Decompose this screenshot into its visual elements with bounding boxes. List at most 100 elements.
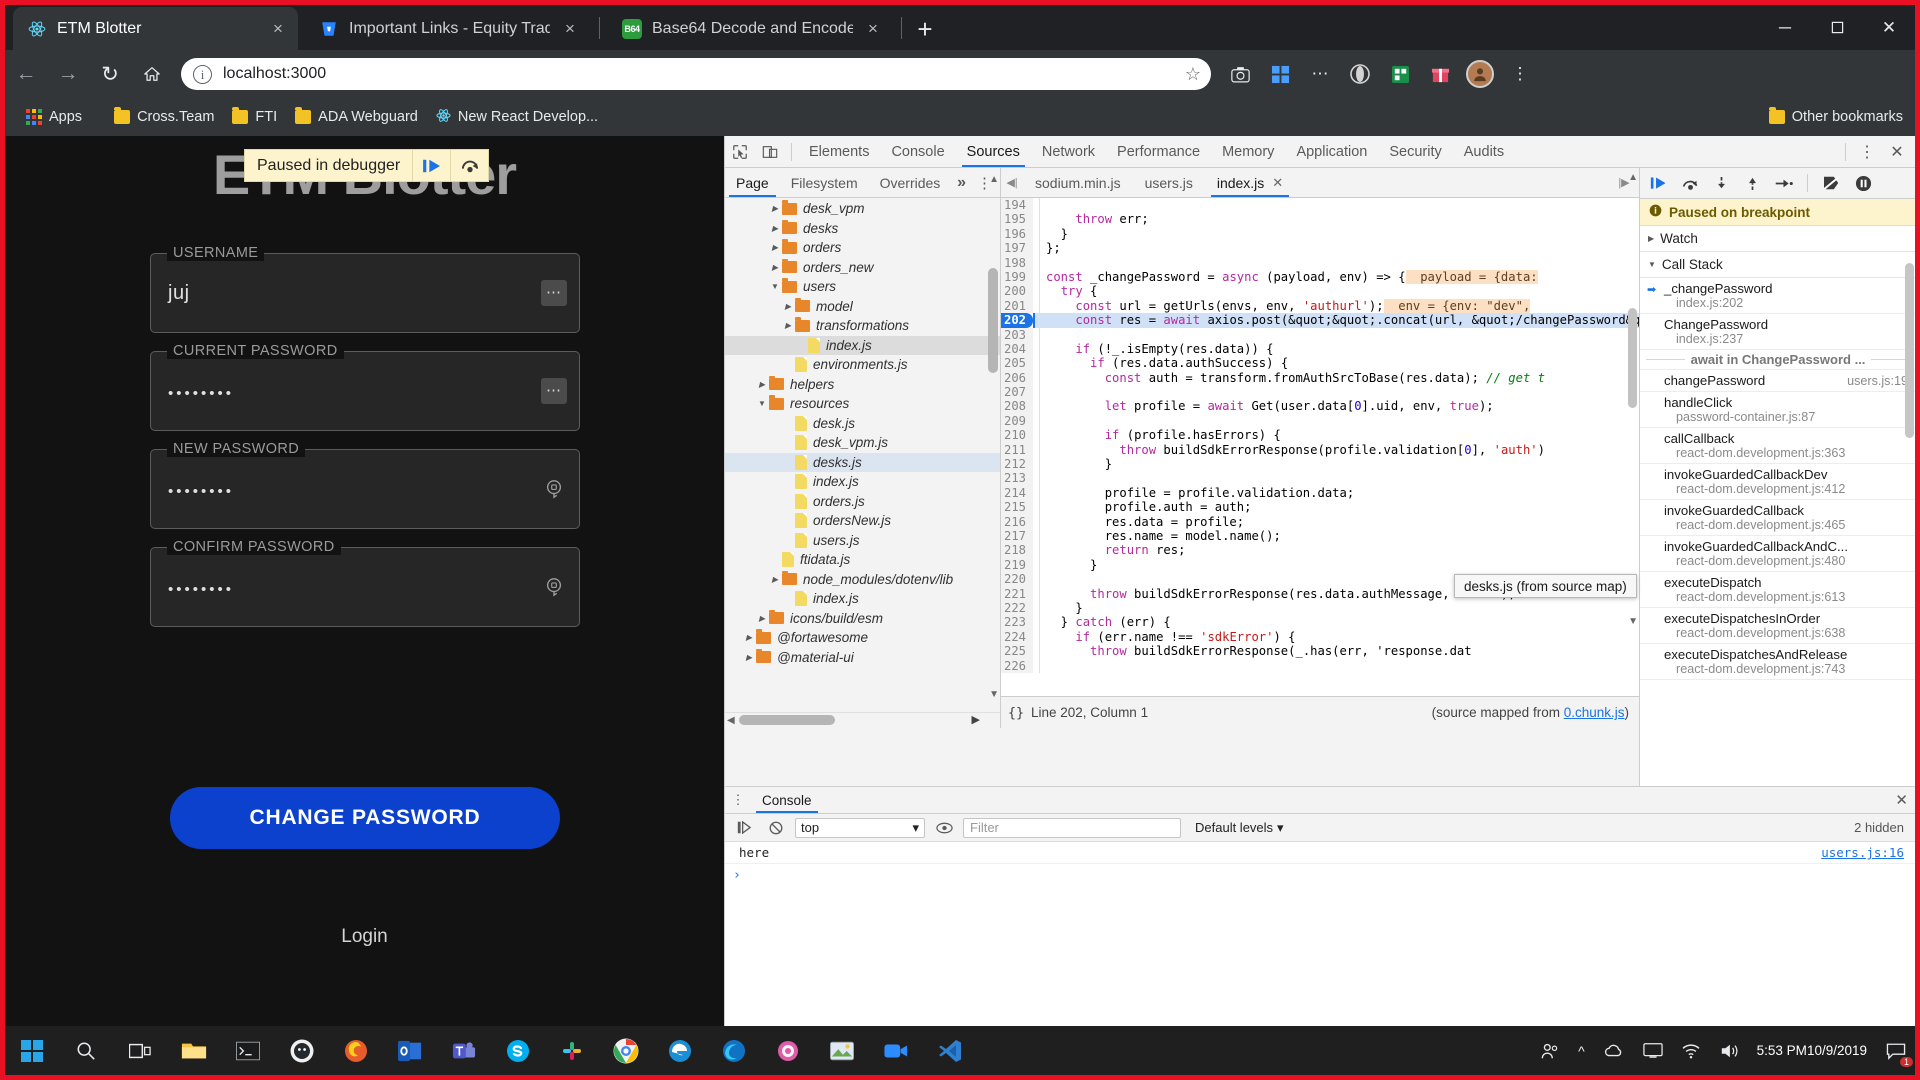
slack-icon[interactable] xyxy=(545,1026,599,1075)
chevron-down-icon[interactable]: ▼ xyxy=(755,399,769,408)
tree-file[interactable]: ordersNew.js xyxy=(725,511,1000,531)
step-over-icon[interactable] xyxy=(450,150,488,181)
execution-context-icon[interactable] xyxy=(731,815,757,841)
tree-folder[interactable]: ▶ helpers xyxy=(725,375,1000,395)
tree-file[interactable]: index.js xyxy=(725,472,1000,492)
console-messages[interactable]: here users.js:16 › xyxy=(725,842,1915,1027)
device-toolbar-icon[interactable] xyxy=(755,137,785,167)
current-password-field[interactable]: CURRENT PASSWORD •••••••• ⋯ xyxy=(150,343,580,431)
source-tab-users[interactable]: users.js xyxy=(1133,168,1205,197)
notification-icon[interactable]: 1 xyxy=(1877,1026,1915,1075)
console-levels-select[interactable]: Default levels ▾ xyxy=(1195,820,1284,836)
tree-file[interactable]: index.js xyxy=(725,589,1000,609)
chevron-right-icon[interactable]: ▶ xyxy=(755,614,769,623)
home-button[interactable] xyxy=(131,53,173,95)
code-line[interactable]: 209 xyxy=(1001,413,1639,429)
frame-location[interactable]: index.js:237 xyxy=(1664,332,1908,346)
more-options-icon[interactable]: ⋮ xyxy=(1852,137,1882,167)
frame-location[interactable]: react-dom.development.js:638 xyxy=(1664,626,1908,640)
gift-icon[interactable] xyxy=(1423,57,1457,91)
tab-close-button[interactable]: × xyxy=(560,19,580,39)
tab-console[interactable]: Console xyxy=(880,136,955,167)
source-map-link[interactable]: 0.chunk.js xyxy=(1564,705,1625,720)
vscode-icon[interactable] xyxy=(923,1026,977,1075)
tree-folder[interactable]: ▶ icons/build/esm xyxy=(725,609,1000,629)
call-stack-frame[interactable]: invokeGuardedCallback react-dom.developme… xyxy=(1640,500,1915,536)
tabs-scroll-left-icon[interactable]: ◀| xyxy=(1001,168,1023,197)
tree-file[interactable]: desk.js xyxy=(725,414,1000,434)
code-line[interactable]: 205 if (res.data.authSuccess) { xyxy=(1001,356,1639,371)
code-line[interactable]: 211 throw buildSdkErrorResponse(profile.… xyxy=(1001,442,1639,458)
ellipsis-icon[interactable]: ⋯ xyxy=(541,378,567,404)
line-number[interactable]: 195 xyxy=(1001,212,1033,227)
line-number[interactable]: 207 xyxy=(1001,385,1033,400)
tree-file[interactable]: environments.js xyxy=(725,355,1000,375)
key-icon[interactable] xyxy=(541,574,567,600)
line-number[interactable]: 200 xyxy=(1001,284,1033,299)
frame-location[interactable]: react-dom.development.js:613 xyxy=(1664,590,1908,604)
terminal-icon[interactable] xyxy=(221,1026,275,1075)
github-icon[interactable] xyxy=(275,1026,329,1075)
more-options-icon[interactable]: ⋮ xyxy=(725,787,751,813)
line-number[interactable]: 206 xyxy=(1001,370,1033,386)
site-info-icon[interactable]: i xyxy=(193,64,212,84)
bookmark-cross-team[interactable]: Cross.Team xyxy=(105,105,223,129)
back-button[interactable]: ← xyxy=(5,53,47,95)
code-vertical-scrollbar[interactable] xyxy=(1628,308,1637,408)
clock[interactable]: 5:53 PM 10/9/2019 xyxy=(1748,1026,1877,1075)
chevron-right-icon[interactable]: ▶ xyxy=(781,321,795,330)
line-number[interactable]: 199 xyxy=(1001,269,1033,285)
line-number[interactable]: 194 xyxy=(1001,198,1033,213)
code-line[interactable]: 199 const _changePassword = async (payloa… xyxy=(1001,269,1639,285)
chevron-down-icon[interactable]: ▼ xyxy=(768,282,782,291)
firefox-icon[interactable] xyxy=(329,1026,383,1075)
code-line[interactable]: 212 } xyxy=(1001,457,1639,472)
frame-location[interactable]: users.js:19 xyxy=(1847,374,1908,388)
chevron-right-icon[interactable]: ▶ xyxy=(742,633,756,642)
nav-tab-overrides[interactable]: Overrides xyxy=(869,168,952,197)
inspect-icon[interactable] xyxy=(725,137,755,167)
line-number[interactable]: 222 xyxy=(1001,600,1033,616)
pause-on-exceptions-icon[interactable] xyxy=(1850,170,1876,196)
code-line[interactable]: 198 xyxy=(1001,255,1639,270)
people-icon[interactable] xyxy=(1531,1026,1569,1075)
tab-security[interactable]: Security xyxy=(1378,136,1452,167)
tree-file[interactable]: orders.js xyxy=(725,492,1000,512)
tree-folder[interactable]: ▶ node_modules/dotenv/lib xyxy=(725,570,1000,590)
windows-start-icon[interactable] xyxy=(5,1026,59,1075)
code-line[interactable]: 223 } catch (err) { xyxy=(1001,615,1639,630)
call-stack-frame[interactable]: handleClick password-container.js:87 xyxy=(1640,392,1915,428)
address-bar[interactable]: i localhost:3000 ☆ xyxy=(181,58,1211,90)
code-line[interactable]: 214 profile = profile.validation.data; xyxy=(1001,485,1639,501)
apps-shortcut[interactable]: Apps xyxy=(17,105,91,129)
tree-folder[interactable]: ▶ desk_vpm xyxy=(725,199,1000,219)
tree-scroll-right-arrow[interactable]: ▶ xyxy=(972,713,980,726)
debugger-vertical-scrollbar[interactable] xyxy=(1905,263,1914,438)
code-line[interactable]: 195 throw err; xyxy=(1001,212,1639,227)
tab-elements[interactable]: Elements xyxy=(798,136,880,167)
windows-apps-icon[interactable] xyxy=(1263,57,1297,91)
line-number[interactable]: 198 xyxy=(1001,255,1033,270)
code-line[interactable]: 218 return res; xyxy=(1001,543,1639,558)
nav-tab-page[interactable]: Page xyxy=(725,168,780,197)
bookmark-star-icon[interactable]: ☆ xyxy=(1185,64,1201,85)
tree-scroll-up-arrow[interactable]: ▲ xyxy=(989,174,999,185)
paint-net-icon[interactable] xyxy=(761,1026,815,1075)
step-out-icon[interactable] xyxy=(1739,170,1765,196)
line-number[interactable]: 217 xyxy=(1001,528,1033,544)
tree-hscroll-track[interactable]: ◀ ▶ xyxy=(725,712,1000,728)
teams-icon[interactable] xyxy=(437,1026,491,1075)
tree-scroll-left-arrow[interactable]: ◀ xyxy=(727,715,735,726)
login-link[interactable]: Login xyxy=(5,926,724,948)
call-stack-frame[interactable]: invokeGuardedCallbackAndC... react-dom.de… xyxy=(1640,536,1915,572)
line-number[interactable]: 203 xyxy=(1001,327,1033,342)
network-icon[interactable] xyxy=(1672,1026,1710,1075)
opera-icon[interactable] xyxy=(1343,57,1377,91)
maximize-button[interactable] xyxy=(1811,5,1863,50)
file-explorer-icon[interactable] xyxy=(167,1026,221,1075)
close-button[interactable]: ✕ xyxy=(1863,5,1915,50)
line-number[interactable]: 210 xyxy=(1001,428,1033,443)
ellipsis-icon[interactable]: ⋯ xyxy=(541,280,567,306)
code-scroll-down-arrow[interactable]: ▼ xyxy=(1628,616,1638,627)
code-line[interactable]: 200 try { xyxy=(1001,284,1639,299)
